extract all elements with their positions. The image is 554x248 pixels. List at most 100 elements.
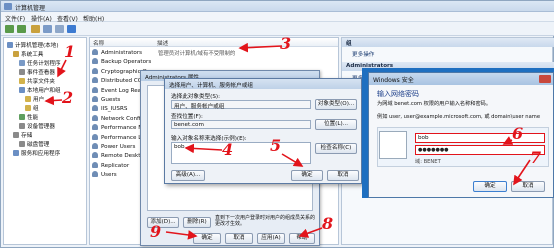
- list-item[interactable]: Administrators 管理员对计算机/域有不受限制的: [92, 49, 235, 58]
- tree-node[interactable]: 存储: [13, 131, 32, 139]
- tree-node-icon: [19, 60, 25, 66]
- remove-button[interactable]: 删除(R): [183, 217, 211, 228]
- app-icon: [4, 3, 12, 10]
- tree-node-icon: [19, 123, 25, 129]
- title-bar: 计算机管理: [1, 1, 554, 12]
- column-name[interactable]: 名称: [90, 38, 154, 47]
- tree-node[interactable]: 本地用户和组: [19, 86, 61, 94]
- back-icon[interactable]: [5, 25, 14, 33]
- annotation-4: 4: [222, 140, 234, 159]
- object-type-field: 用户、服务帐户或组: [171, 100, 311, 110]
- advanced-button[interactable]: 高级(A)...: [171, 170, 205, 181]
- tree-node[interactable]: 磁盘管理: [19, 140, 49, 148]
- object-name-input[interactable]: bob: [171, 142, 311, 164]
- help-button[interactable]: 帮助: [289, 233, 315, 244]
- properties-ok-button[interactable]: 确定: [193, 233, 221, 244]
- security-heading: 输入网络密码: [377, 90, 419, 98]
- tree-node-label: 组: [33, 106, 39, 112]
- tree-node[interactable]: 计算机管理(本地): [7, 41, 59, 49]
- object-type-label: 选择此对象类型(S):: [171, 94, 220, 100]
- list-item[interactable]: IIS_IUSRS: [92, 105, 127, 114]
- forward-icon[interactable]: [17, 25, 26, 33]
- close-icon[interactable]: [539, 75, 551, 83]
- group-name: Users: [101, 172, 117, 179]
- domain-label: 域: BENET: [415, 159, 441, 165]
- username-input[interactable]: bob: [415, 133, 545, 143]
- group-name: Backup Operators: [101, 59, 152, 66]
- tree-node-icon: [19, 78, 25, 84]
- object-name-label: 输入对象名称来选择(示例)(E):: [171, 136, 247, 142]
- tree-node-label: 服务和应用程序: [21, 151, 61, 157]
- tree-node-label: 设备管理器: [27, 124, 55, 130]
- tree-node-icon: [13, 51, 19, 57]
- security-title: Windows 安全: [369, 73, 553, 85]
- object-types-button[interactable]: 对象类型(O)...: [315, 99, 357, 110]
- properties-icon[interactable]: [55, 25, 64, 33]
- annotation-5: 5: [270, 136, 282, 155]
- group-icon: [92, 96, 98, 102]
- show-hide-tree-icon[interactable]: [43, 25, 52, 33]
- tree-node-label: 性能: [27, 115, 39, 121]
- group-icon: [92, 171, 98, 178]
- locations-button[interactable]: 位置(L)...: [315, 119, 357, 130]
- group-icon: [92, 58, 98, 65]
- tree-node-label: 系统工具: [21, 52, 44, 58]
- security-cancel-button[interactable]: 取消: [511, 181, 545, 192]
- tree-node-label: 存储: [21, 133, 33, 139]
- annotation-2: 2: [62, 88, 74, 107]
- check-names-button[interactable]: 检查名称(C): [315, 143, 357, 154]
- actions-header-groups: 组: [342, 38, 554, 47]
- location-field: benet.com: [171, 120, 311, 129]
- more-actions-link[interactable]: 更多操作: [352, 50, 374, 58]
- tree-node-icon: [25, 105, 31, 111]
- tree-node[interactable]: 性能: [19, 113, 38, 121]
- apply-button[interactable]: 应用(A): [257, 233, 285, 244]
- tree-node[interactable]: 用户: [25, 95, 44, 103]
- tree-node[interactable]: 系统工具: [13, 50, 43, 58]
- membership-note: 直到下一次用户登录时对用户的组成员关系的更改才生效。: [215, 215, 316, 227]
- windows-security-dialog: Windows 安全 输入网络密码 为网域 benet.com 权限的用户输入名…: [368, 72, 554, 198]
- properties-cancel-button[interactable]: 取消: [225, 233, 253, 244]
- group-icon: [92, 86, 98, 93]
- tree-node-label: 任务计划程序: [27, 61, 61, 67]
- tree-node[interactable]: 共享文件夹: [19, 77, 55, 85]
- tree-node[interactable]: 组: [25, 104, 39, 112]
- list-item[interactable]: Backup Operators: [92, 58, 151, 67]
- folder-up-icon[interactable]: [31, 25, 40, 33]
- tree-node[interactable]: 设备管理器: [19, 122, 55, 130]
- tree-node[interactable]: 事件查看器: [19, 68, 55, 76]
- annotation-8: 8: [322, 214, 334, 233]
- group-name: Guests: [101, 97, 121, 103]
- column-description[interactable]: 描述: [154, 38, 338, 47]
- select-ok-button[interactable]: 确定: [291, 170, 323, 181]
- password-input[interactable]: ●●●●●●●: [415, 145, 545, 155]
- group-description: 管理员对计算机/域有不受限制的: [158, 51, 236, 57]
- security-description: 为网域 benet.com 权限的用户输入名称和密码。: [377, 101, 492, 107]
- select-users-title: 选择用户、计算机、服务帐户或组: [165, 79, 361, 89]
- list-item[interactable]: Guests: [92, 96, 120, 105]
- tree-node-label: 事件查看器: [27, 70, 55, 76]
- tree-node-icon: [13, 132, 19, 138]
- group-icon: [92, 152, 98, 159]
- tree-node-label: 共享文件夹: [27, 79, 55, 85]
- security-example: 例如 user, user@example.microsoft.com, 或 d…: [377, 114, 541, 120]
- group-icon: [92, 105, 98, 112]
- tree-node[interactable]: 服务和应用程序: [13, 149, 60, 157]
- group-name: IIS_IUSRS: [101, 106, 128, 113]
- tree-node-icon: [7, 42, 13, 48]
- list-item[interactable]: Users: [92, 171, 117, 180]
- tree-node-icon: [25, 96, 31, 102]
- select-cancel-button[interactable]: 取消: [327, 170, 359, 181]
- location-label: 查找位置(F):: [171, 114, 203, 120]
- tree-node[interactable]: 任务计划程序: [19, 59, 61, 67]
- list-item[interactable]: Power Users: [92, 143, 135, 152]
- list-item[interactable]: Replicator: [92, 161, 130, 171]
- annotation-9: 9: [150, 222, 162, 241]
- help-icon[interactable]: [67, 25, 76, 33]
- group-name: Replicator: [101, 162, 130, 169]
- group-icon: [92, 114, 98, 121]
- security-ok-button[interactable]: 确定: [473, 181, 507, 192]
- group-name: Power Users: [101, 144, 136, 150]
- tree-node-icon: [19, 69, 25, 75]
- tree-node-label: 用户: [33, 97, 45, 103]
